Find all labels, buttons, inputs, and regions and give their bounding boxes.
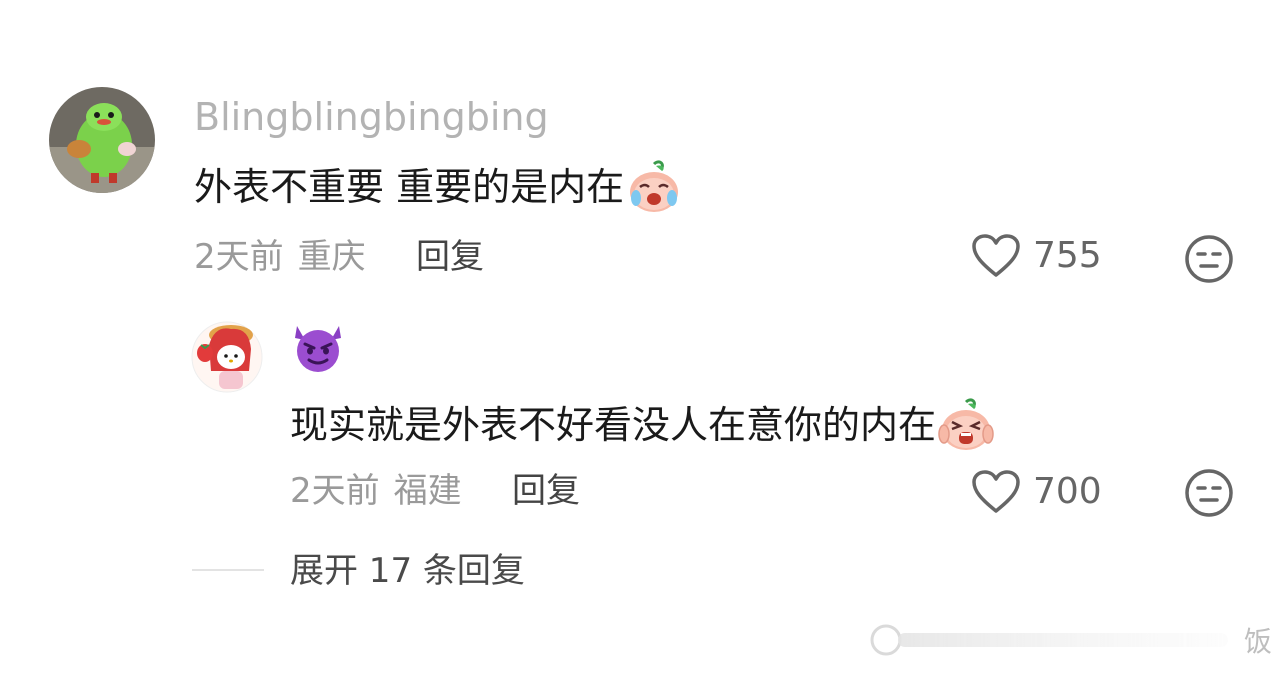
comment-username[interactable]: Blingblingbingbing — [194, 98, 549, 136]
avatar-replier[interactable] — [191, 321, 263, 393]
comment-text: 外表不重要 重要的是内在 — [194, 160, 682, 214]
reply-like-count: 700 — [1033, 471, 1102, 512]
neutral-face-icon — [1185, 235, 1233, 283]
reply-text: 现实就是外表不好看没人在意你的内在 — [290, 398, 994, 452]
reply-meta: 2天前 福建 — [290, 474, 462, 508]
heart-outline-icon — [972, 470, 1020, 513]
screaming-peach-emoji-icon — [938, 398, 994, 450]
smiling-devil-emoji-icon — [295, 326, 341, 372]
melody-strawberry-avatar-icon — [191, 321, 263, 393]
reply-reply-button[interactable]: 回复 — [512, 474, 580, 508]
watermark-text: 饭 — [1243, 625, 1272, 658]
expand-divider — [192, 569, 264, 571]
watermark: 饭 — [868, 620, 1272, 660]
green-creature-avatar-icon — [49, 87, 155, 193]
reply-dislike-button[interactable] — [1184, 468, 1234, 522]
crying-peach-emoji-icon — [630, 160, 679, 212]
expand-replies-button[interactable]: 展开 17 条回复 — [290, 554, 525, 588]
reply-button[interactable]: 回复 — [416, 240, 484, 274]
comment-time: 2天前 — [194, 237, 284, 277]
avatar-commenter[interactable] — [49, 87, 155, 193]
dislike-button[interactable] — [1184, 234, 1234, 288]
heart-outline-icon — [972, 234, 1020, 277]
watermark-logo-icon — [870, 624, 1228, 656]
like-button[interactable]: 755 — [971, 233, 1102, 279]
comment-meta: 2天前 重庆 — [194, 240, 366, 274]
reply-time: 2天前 — [290, 471, 380, 511]
reply-text-content: 现实就是外表不好看没人在意你的内在 — [290, 403, 937, 447]
comment-text-content: 外表不重要 重要的是内在 — [194, 165, 625, 209]
reply-location: 福建 — [393, 471, 462, 511]
comment-location: 重庆 — [297, 237, 366, 277]
neutral-face-icon — [1185, 469, 1233, 517]
reply-username[interactable]: 😈 — [291, 322, 345, 380]
reply-like-button[interactable]: 700 — [971, 469, 1102, 515]
like-count: 755 — [1033, 235, 1102, 276]
